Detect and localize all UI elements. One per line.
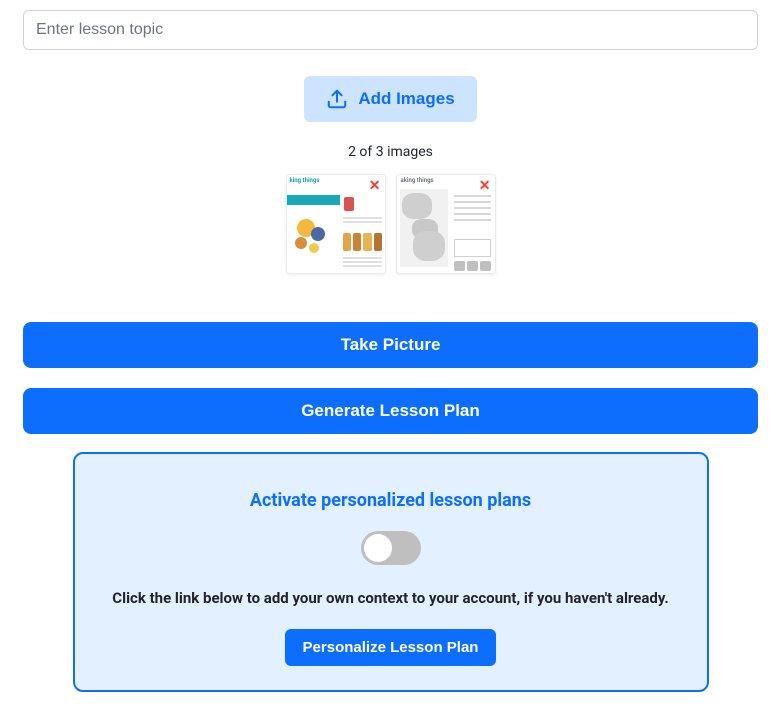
generate-lesson-plan-button[interactable]: Generate Lesson Plan [23, 388, 758, 434]
image-thumbnail[interactable]: king things ✕ [286, 174, 386, 274]
toggle-knob [364, 534, 392, 562]
add-images-label: Add Images [358, 89, 454, 109]
thumbnail-page-left: aking things [397, 175, 451, 273]
images-count-text: 2 of 3 images [23, 144, 758, 160]
promo-description: Click the link below to add your own con… [93, 589, 689, 607]
image-thumbnails: king things ✕ akin [23, 174, 758, 274]
personalize-promo-card: Activate personalized lesson plans Click… [73, 452, 709, 692]
upload-icon [326, 88, 348, 110]
add-images-button[interactable]: Add Images [304, 76, 476, 122]
thumbnail-title: king things [290, 177, 320, 184]
remove-image-icon[interactable]: ✕ [479, 179, 491, 193]
add-images-container: Add Images [23, 76, 758, 122]
thumbnail-page-right: ✕ [340, 175, 384, 273]
take-picture-button[interactable]: Take Picture [23, 322, 758, 368]
promo-title: Activate personalized lesson plans [93, 490, 689, 511]
thumbnail-page-right: ✕ [450, 175, 494, 273]
thumbnail-page-left: king things [287, 175, 341, 273]
personalize-lesson-plan-button[interactable]: Personalize Lesson Plan [285, 629, 497, 666]
lesson-topic-input[interactable] [23, 10, 758, 50]
thumbnail-title: aking things [401, 177, 434, 184]
image-thumbnail[interactable]: aking things ✕ [396, 174, 496, 274]
personalize-toggle[interactable] [361, 531, 421, 565]
remove-image-icon[interactable]: ✕ [369, 179, 381, 193]
toggle-container [93, 531, 689, 565]
